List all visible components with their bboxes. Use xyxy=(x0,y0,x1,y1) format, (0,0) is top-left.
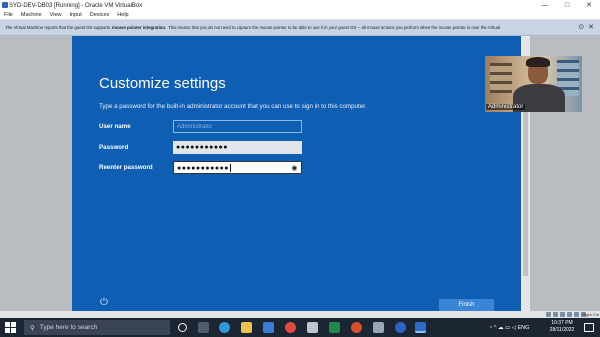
menu-help[interactable]: Help xyxy=(117,12,128,18)
menu-file[interactable]: File xyxy=(4,12,13,18)
webcam-overlay: Administrator xyxy=(485,56,582,112)
notification-center-icon[interactable] xyxy=(584,323,594,332)
excel-icon[interactable] xyxy=(329,322,340,333)
cd-status-icon[interactable] xyxy=(553,312,558,317)
people-icon[interactable]: ◔ xyxy=(489,325,492,331)
file-explorer-icon[interactable] xyxy=(241,322,252,333)
network-status-icon[interactable] xyxy=(560,312,565,317)
powerpoint-icon[interactable] xyxy=(351,322,362,333)
notice-bold-text: mouse pointer integration. xyxy=(112,25,167,30)
mouse-integration-icon: ⊙ xyxy=(578,24,585,31)
network-icon[interactable]: ▭ xyxy=(505,325,510,331)
mail-icon[interactable] xyxy=(263,322,274,333)
edge-browser-icon[interactable] xyxy=(219,322,230,333)
notepad-icon[interactable] xyxy=(307,322,318,333)
clock-date: 28/11/2022 xyxy=(549,327,575,333)
text-caret xyxy=(230,164,232,173)
windows-start-icon[interactable] xyxy=(5,322,16,333)
password-field[interactable]: ●●●●●●●●●●● xyxy=(173,141,302,154)
accessibility-icon[interactable]: ⏻ xyxy=(100,298,114,308)
snipping-tool-icon[interactable] xyxy=(373,322,384,333)
title-bar[interactable]: SYD-DEV-DB03 [Running] - Oracle VM Virtu… xyxy=(0,0,600,11)
menu-bar: File Machine View Input Devices Help xyxy=(0,11,600,20)
tray-icons: ◔ ^ ☁ ▭ ◁ ENG xyxy=(489,318,529,337)
task-view-icon[interactable] xyxy=(198,322,209,333)
menu-machine[interactable]: Machine xyxy=(21,12,42,18)
page-title: Customize settings xyxy=(99,75,226,92)
teams-icon[interactable] xyxy=(395,322,406,333)
reenter-password-field[interactable]: ●●●●●●●●●●● ◉ xyxy=(173,161,302,174)
vm-display[interactable]: Customize settings Type a password for t… xyxy=(72,36,521,311)
window-title: SYD-DEV-DB03 [Running] - Oracle VM Virtu… xyxy=(9,2,143,9)
vm-status-icons xyxy=(546,311,586,318)
webcam-person-hair xyxy=(526,57,550,67)
menu-input[interactable]: Input xyxy=(70,12,82,18)
vm-status-bar xyxy=(0,311,600,318)
menu-devices[interactable]: Devices xyxy=(90,12,110,18)
usb-status-icon[interactable] xyxy=(567,312,572,317)
menu-view[interactable]: View xyxy=(50,12,62,18)
close-button[interactable]: ✕ xyxy=(578,0,600,11)
host-key-label: Right Ctrl xyxy=(582,312,599,317)
taskbar-clock[interactable]: 10:37 PM 28/11/2022 xyxy=(547,320,577,334)
virtualbox-app-icon xyxy=(2,2,8,8)
webcam-name-label: Administrator xyxy=(486,104,526,110)
reenter-password-value: ●●●●●●●●●●● xyxy=(177,165,230,172)
cloud-icon[interactable]: ☁ xyxy=(498,325,504,331)
finish-button[interactable]: Finish xyxy=(439,299,494,311)
shared-folder-status-icon[interactable] xyxy=(574,312,579,317)
page-description: Type a password for the built-in adminis… xyxy=(99,103,367,110)
notice-text-before: The Virtual Machine reports that the gue… xyxy=(5,25,111,30)
maximize-button[interactable]: □ xyxy=(556,0,578,11)
search-icon: ⚲ xyxy=(30,324,35,332)
notice-close-icon[interactable]: ✕ xyxy=(588,23,594,31)
user-name-label: User name xyxy=(99,123,131,130)
mouse-integration-notice: The Virtual Machine reports that the gue… xyxy=(0,20,600,36)
cortana-icon[interactable] xyxy=(178,323,187,332)
user-name-field[interactable]: Administrator xyxy=(173,120,302,133)
windows-taskbar: ⚲ Type here to search ◔ ^ ☁ ▭ ◁ ENG 10:3… xyxy=(0,318,600,337)
notice-text-after: This means that you do not need to captu… xyxy=(168,25,501,30)
password-label: Password xyxy=(99,144,129,151)
hdd-status-icon[interactable] xyxy=(546,312,551,317)
clock-time: 10:37 PM xyxy=(551,320,573,326)
virtualbox-window: SYD-DEV-DB03 [Running] - Oracle VM Virtu… xyxy=(0,0,600,318)
reenter-password-label: Reenter password xyxy=(99,164,153,171)
password-value: ●●●●●●●●●●● xyxy=(176,144,229,151)
minimize-button[interactable]: — xyxy=(534,0,556,11)
language-indicator[interactable]: ENG xyxy=(518,325,530,331)
chrome-icon[interactable] xyxy=(285,322,296,333)
reveal-password-eye-icon[interactable]: ◉ xyxy=(291,162,298,175)
taskbar-search-box[interactable]: ⚲ Type here to search xyxy=(24,320,170,335)
virtualbox-taskbar-icon[interactable] xyxy=(415,322,426,333)
notice-icons: ⊙ ✕ xyxy=(578,23,594,31)
tray-chevron-icon[interactable]: ^ xyxy=(494,325,497,331)
search-placeholder: Type here to search xyxy=(39,324,98,331)
webcam-shelf-left xyxy=(490,63,512,93)
volume-icon[interactable]: ◁ xyxy=(512,325,516,331)
